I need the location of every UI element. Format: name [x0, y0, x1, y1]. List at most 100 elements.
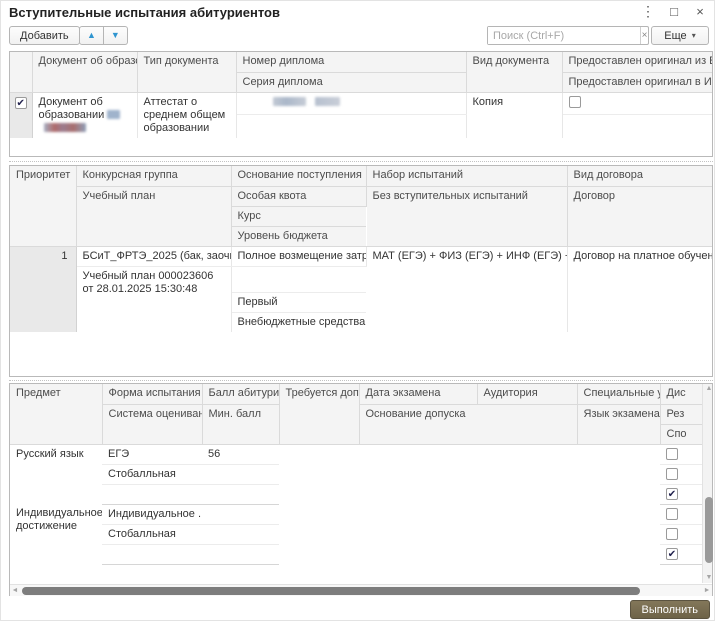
search-clear-icon[interactable]: ×	[640, 27, 648, 44]
spo-checkbox[interactable]: ✔	[666, 488, 678, 500]
cell-doc-type[interactable]: Аттестат о среднем общем образовании	[137, 92, 236, 138]
scroll-left-icon[interactable]: ◄	[10, 585, 20, 597]
scroll-right-icon[interactable]: ►	[702, 585, 712, 597]
scroll-down-icon[interactable]: ▼	[703, 573, 715, 583]
header-course: Курс	[231, 206, 366, 226]
cell-plan[interactable]: Учебный план 000023606 от 28.01.2025 15:…	[76, 266, 231, 332]
cell-score[interactable]	[202, 504, 279, 524]
cell-min-score[interactable]	[202, 524, 279, 544]
header-priority: Приоритет	[10, 166, 76, 246]
cell-flag-rez[interactable]	[660, 464, 702, 484]
cell-admission-required[interactable]	[279, 444, 359, 504]
cell-score[interactable]: 56	[202, 444, 279, 464]
cell-original-is[interactable]	[562, 115, 712, 138]
cell-subject[interactable]: Индивидуальное достижение	[10, 504, 102, 564]
close-icon[interactable]: ×	[692, 3, 708, 19]
cell-exam-date-basis[interactable]	[359, 504, 577, 564]
cell-empty[interactable]	[202, 484, 279, 504]
header-original-epgu: Предоставлен оригинал из ЕПГУ	[562, 52, 712, 72]
header-col-spo: Спо	[660, 424, 702, 444]
header-plan: Учебный план	[76, 186, 231, 246]
more-button[interactable]: Еще▾	[651, 26, 709, 45]
redacted-block	[273, 97, 306, 106]
redacted-block	[107, 110, 120, 119]
priorities-table: Приоритет Конкурсная группа Основание по…	[10, 166, 712, 332]
spo-checkbox[interactable]: ✔	[666, 548, 678, 560]
cell-exam-form[interactable]: Индивидуальное ...	[102, 504, 202, 524]
cell-special[interactable]	[577, 444, 660, 504]
app-window: Вступительные испытания абитуриентов ⋮ □…	[0, 0, 715, 621]
vertical-scrollbar[interactable]: ▲ ▼	[702, 384, 712, 583]
header-score: Балл абитуриента	[202, 384, 279, 404]
cell-flag-spo[interactable]: ✔	[660, 484, 702, 504]
header-exam-set: Набор испытаний	[366, 166, 567, 186]
scroll-up-icon[interactable]: ▲	[703, 384, 715, 394]
cell-quota[interactable]	[231, 266, 366, 292]
cell-group[interactable]: БСиТ_ФРТЭ_2025 (бак, заочное...	[76, 246, 231, 266]
dis-checkbox[interactable]	[666, 448, 678, 460]
cell-grading[interactable]: Стобалльная	[102, 464, 202, 484]
cell-empty[interactable]	[102, 484, 202, 504]
rez-checkbox[interactable]	[666, 468, 678, 480]
header-doc-kind: Вид документа	[466, 52, 562, 92]
cell-empty[interactable]	[202, 544, 279, 564]
header-special: Специальные условия	[577, 384, 660, 404]
add-button[interactable]: Добавить	[9, 26, 80, 45]
cell-min-score[interactable]	[202, 464, 279, 484]
panel-splitter[interactable]	[9, 161, 713, 162]
reorder-buttons: ▲ ▼	[79, 26, 128, 45]
maximize-icon[interactable]: □	[666, 3, 682, 19]
header-quota: Особая квота	[231, 186, 366, 206]
subjects-panel: Предмет Форма испытания Балл абитуриента…	[9, 383, 713, 596]
vertical-scroll-thumb[interactable]	[705, 497, 713, 563]
cell-diploma-series[interactable]	[236, 115, 466, 138]
cell-priority[interactable]: 1	[10, 246, 76, 332]
cell-subject[interactable]: Русский язык	[10, 444, 102, 504]
cell-diploma-number[interactable]	[236, 92, 466, 115]
row-selected-checkbox[interactable]: ✔	[15, 97, 27, 109]
panel-splitter[interactable]	[9, 380, 713, 381]
horizontal-scroll-thumb[interactable]	[22, 587, 640, 595]
header-original-is: Предоставлен оригинал в ИС вуза	[562, 72, 712, 92]
cell-document[interactable]: Документ об образовании	[32, 92, 137, 138]
select-column-header	[10, 52, 32, 92]
header-diploma-series: Серия диплома	[236, 72, 466, 92]
cell-exam-date-basis[interactable]	[359, 444, 577, 504]
search-input[interactable]	[488, 27, 640, 44]
header-no-exams: Без вступительных испытаний	[366, 186, 567, 246]
window-menu-icon[interactable]: ⋮	[640, 3, 656, 19]
header-col-dis: Дис	[660, 384, 702, 404]
cell-budget[interactable]: Внебюджетные средства	[231, 312, 366, 332]
cell-empty[interactable]	[102, 544, 202, 564]
dis-checkbox[interactable]	[666, 508, 678, 520]
cell-flag-spo[interactable]: ✔	[660, 544, 702, 564]
cell-flag-rez[interactable]	[660, 524, 702, 544]
header-admission-basis: Основание допуска	[359, 404, 577, 444]
header-contract: Договор	[567, 186, 712, 246]
move-up-button[interactable]: ▲	[79, 26, 104, 45]
documents-panel: Документ об образовании Тип документа Но…	[9, 51, 713, 157]
cell-original-epgu[interactable]	[562, 92, 712, 115]
header-subject: Предмет	[10, 384, 102, 444]
cell-special[interactable]	[577, 504, 660, 564]
cell-exam-form[interactable]: ЕГЭ	[102, 444, 202, 464]
cell-basis[interactable]: Полное возмещение затрат	[231, 246, 366, 266]
cell-contract[interactable]: Договор на платное обучение	[567, 246, 712, 332]
cell-exam-set[interactable]: МАТ (ЕГЭ) + ФИЗ (ЕГЭ) + ИНФ (ЕГЭ) + РУС …	[366, 246, 567, 332]
cell-admission-required[interactable]	[279, 504, 359, 564]
cell-course[interactable]: Первый	[231, 292, 366, 312]
cell-grading[interactable]: Стобалльная	[102, 524, 202, 544]
move-down-button[interactable]: ▼	[104, 26, 128, 45]
rez-checkbox[interactable]	[666, 528, 678, 540]
documents-table: Документ об образовании Тип документа Но…	[10, 52, 712, 138]
move-up-icon: ▲	[87, 31, 96, 40]
cell-doc-kind[interactable]: Копия	[466, 92, 562, 138]
header-exam-date: Дата экзамена	[359, 384, 477, 404]
row-select-cell[interactable]: ✔	[10, 92, 32, 138]
redacted-block	[315, 97, 340, 106]
execute-button[interactable]: Выполнить	[630, 600, 710, 619]
cell-flag-dis[interactable]	[660, 504, 702, 524]
cell-flag-dis[interactable]	[660, 444, 702, 464]
original-epgu-checkbox[interactable]	[569, 96, 581, 108]
horizontal-scrollbar[interactable]: ◄ ►	[10, 584, 712, 596]
